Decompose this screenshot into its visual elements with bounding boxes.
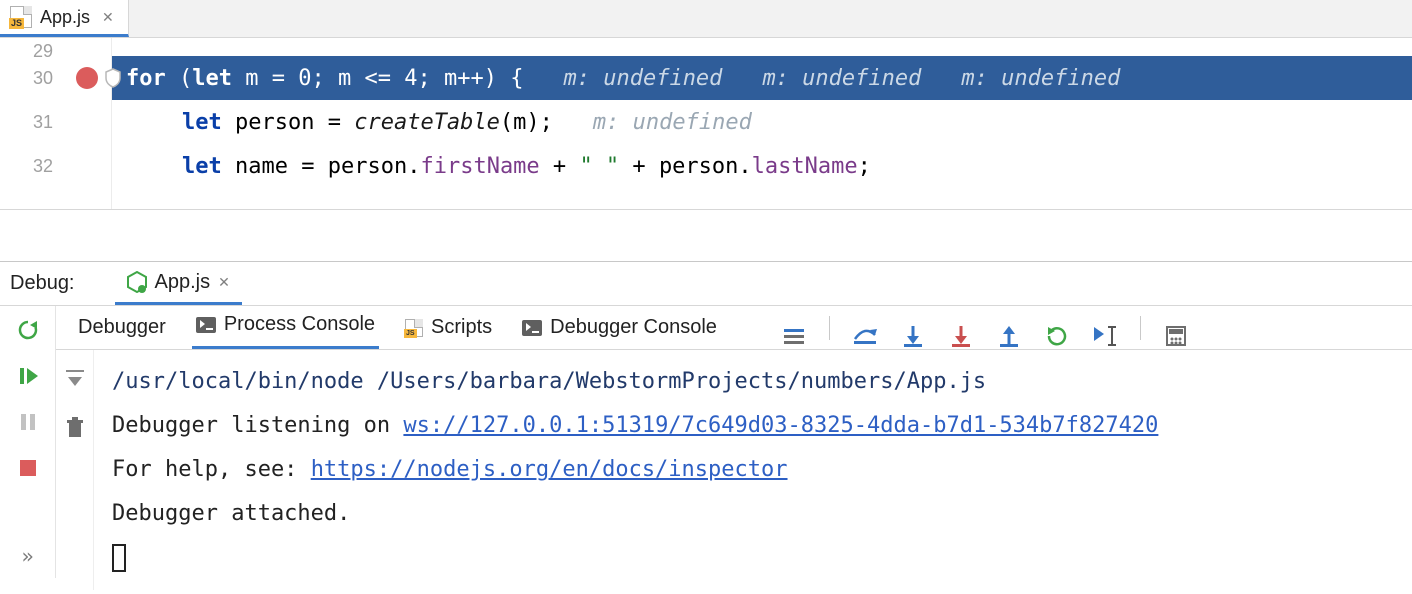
debug-action-strip: » <box>0 306 56 578</box>
rerun-button[interactable] <box>14 316 42 344</box>
console-line: /usr/local/bin/node /Users/barbara/Webst… <box>112 360 1396 404</box>
code-editor[interactable]: 29 30 31 32 for (let m = 0; m <= 4; m++)… <box>0 38 1412 210</box>
pause-button[interactable] <box>14 408 42 436</box>
debug-title: Debug: <box>10 272 75 295</box>
line-number: 30 <box>0 56 63 100</box>
debug-tabs: Debugger Process Console JS Scripts Debu… <box>56 306 1412 350</box>
terminal-icon <box>522 320 542 336</box>
line-number: 31 <box>0 100 63 144</box>
js-file-icon: JS <box>10 6 32 28</box>
tab-process-console[interactable]: Process Console <box>192 305 379 349</box>
breakpoint-icon[interactable] <box>76 67 98 89</box>
editor-tab-bar: JS App.js ✕ <box>0 0 1412 38</box>
step-out-button[interactable] <box>996 323 1022 349</box>
resume-button[interactable] <box>14 362 42 390</box>
editor-blank-area <box>0 210 1412 262</box>
run-configuration-label: App.js <box>155 271 211 294</box>
debug-toolwindow-header: Debug: App.js ✕ <box>0 262 1412 306</box>
tab-scripts[interactable]: JS Scripts <box>401 308 496 349</box>
ws-url-link[interactable]: ws://127.0.0.1:51319/7c649d03-8325-4dda-… <box>403 413 1158 438</box>
inline-hint: m: undefined <box>593 110 752 135</box>
console-line: For help, see: https://nodejs.org/en/doc… <box>112 448 1396 492</box>
console-output[interactable]: /usr/local/bin/node /Users/barbara/Webst… <box>94 350 1412 590</box>
console-caret <box>112 536 1396 580</box>
tab-debugger-console[interactable]: Debugger Console <box>518 308 721 349</box>
gutter-marks[interactable] <box>63 38 111 209</box>
js-file-icon: JS <box>405 319 423 337</box>
close-icon[interactable]: ✕ <box>218 274 230 291</box>
inline-hint: m: undefined <box>762 66 921 91</box>
shield-icon <box>104 68 122 88</box>
run-to-cursor-button[interactable] <box>1092 323 1118 349</box>
close-icon[interactable]: ✕ <box>102 9 114 26</box>
run-configuration-tab[interactable]: App.js ✕ <box>115 262 242 305</box>
line-number: 32 <box>0 144 63 188</box>
step-over-button[interactable] <box>852 323 878 349</box>
clear-console-button[interactable] <box>61 414 89 442</box>
console-action-strip <box>56 350 94 590</box>
code-area[interactable]: for (let m = 0; m <= 4; m++) { m: undefi… <box>111 38 1412 209</box>
code-line-31[interactable]: let person = createTable(m); m: undefine… <box>112 100 1412 144</box>
step-into-button[interactable] <box>900 323 926 349</box>
inline-hint: m: undefined <box>961 66 1120 91</box>
nodejs-icon <box>127 271 147 293</box>
console-line: Debugger attached. <box>112 492 1396 536</box>
drop-frame-button[interactable] <box>1044 323 1070 349</box>
code-line-30[interactable]: for (let m = 0; m <= 4; m++) { m: undefi… <box>112 56 1412 100</box>
debug-toolwindow-body: » Debugger Process Console JS Scripts De… <box>0 306 1412 578</box>
separator <box>829 316 830 340</box>
console-panel: /usr/local/bin/node /Users/barbara/Webst… <box>56 350 1412 590</box>
help-url-link[interactable]: https://nodejs.org/en/docs/inspector <box>311 457 788 482</box>
force-step-into-button[interactable] <box>948 323 974 349</box>
code-line-32[interactable]: let name = person.firstName + " " + pers… <box>112 144 1412 188</box>
evaluate-expression-button[interactable] <box>1163 323 1189 349</box>
console-line: Debugger listening on ws://127.0.0.1:513… <box>112 404 1396 448</box>
tab-debugger[interactable]: Debugger <box>74 308 170 349</box>
editor-tab-label: App.js <box>40 7 90 28</box>
inline-hint: m: undefined <box>563 66 722 91</box>
show-execution-point-button[interactable] <box>781 323 807 349</box>
separator <box>1140 316 1141 340</box>
editor-tab-appjs[interactable]: JS App.js ✕ <box>0 0 129 37</box>
scroll-to-end-button[interactable] <box>61 364 89 392</box>
terminal-icon <box>196 317 216 333</box>
line-number-gutter: 29 30 31 32 <box>0 38 63 209</box>
line-number: 29 <box>0 46 63 56</box>
more-actions-button[interactable]: » <box>21 544 33 568</box>
stop-button[interactable] <box>14 454 42 482</box>
